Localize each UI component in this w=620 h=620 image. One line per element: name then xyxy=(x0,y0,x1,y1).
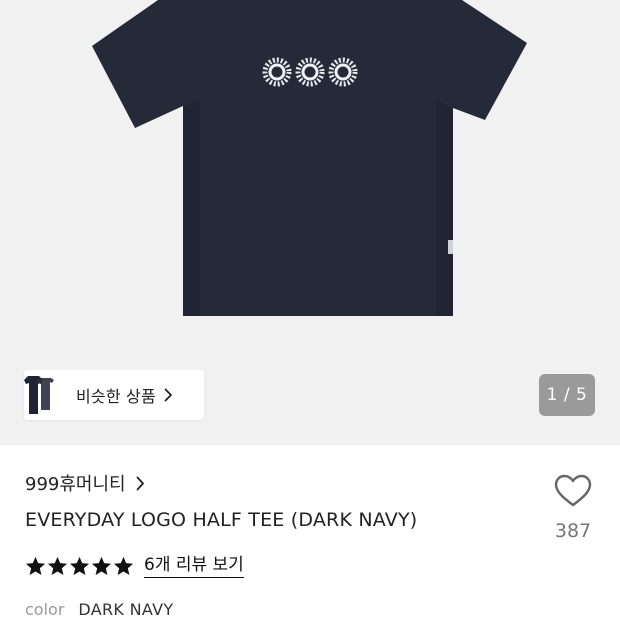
similar-products-button[interactable]: 비슷한 상품 xyxy=(24,370,204,420)
wishlist-button[interactable]: 387 xyxy=(550,474,596,554)
similar-products-thumbnail xyxy=(24,370,54,420)
star-rating xyxy=(25,556,134,576)
star-icon xyxy=(47,556,68,576)
tshirt-shape xyxy=(92,0,527,316)
star-icon xyxy=(113,556,134,576)
brand-link[interactable]: 999휴머니티 xyxy=(25,470,145,496)
heart-outline-icon xyxy=(554,474,592,512)
star-icon xyxy=(69,556,90,576)
wishlist-count: 387 xyxy=(554,520,592,542)
brand-name: 999휴머니티 xyxy=(25,474,126,495)
product-image-gallery[interactable]: 비슷한 상품 1 / 5 xyxy=(0,0,620,445)
product-title: EVERYDAY LOGO HALF TEE (DARK NAVY) xyxy=(25,509,418,531)
image-pager-indicator: 1 / 5 xyxy=(539,374,595,416)
color-row: color DARK NAVY xyxy=(25,600,173,619)
chevron-right-icon xyxy=(136,476,145,491)
rating-row: 6개 리뷰 보기 xyxy=(25,554,244,578)
star-icon xyxy=(25,556,46,576)
color-value: DARK NAVY xyxy=(78,600,174,619)
view-reviews-link[interactable]: 6개 리뷰 보기 xyxy=(144,554,244,578)
similar-products-label: 비슷한 상품 xyxy=(76,387,156,406)
chevron-right-icon xyxy=(164,388,173,402)
star-icon xyxy=(91,556,112,576)
color-label: color xyxy=(25,600,65,619)
